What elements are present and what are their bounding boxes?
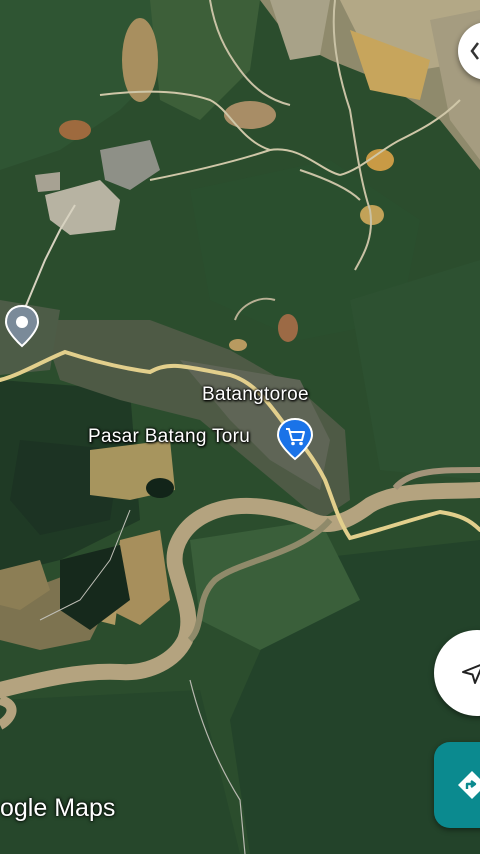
directions-icon	[456, 769, 480, 801]
shopping-cart-icon[interactable]	[276, 417, 314, 461]
town-label[interactable]: Batangtoroe	[202, 384, 309, 406]
watermark-text: ogle Maps	[0, 794, 116, 822]
map-control-icon	[468, 41, 480, 61]
google-maps-watermark: ogle Maps	[0, 794, 115, 823]
location-pin-icon[interactable]	[3, 304, 41, 348]
satellite-map[interactable]: Batangtoroe Pasar Batang Toru ogle Maps	[0, 0, 480, 854]
market-label[interactable]: Pasar Batang Toru	[88, 426, 250, 448]
navigation-arrow-icon	[461, 661, 480, 685]
directions-button[interactable]	[434, 742, 480, 828]
